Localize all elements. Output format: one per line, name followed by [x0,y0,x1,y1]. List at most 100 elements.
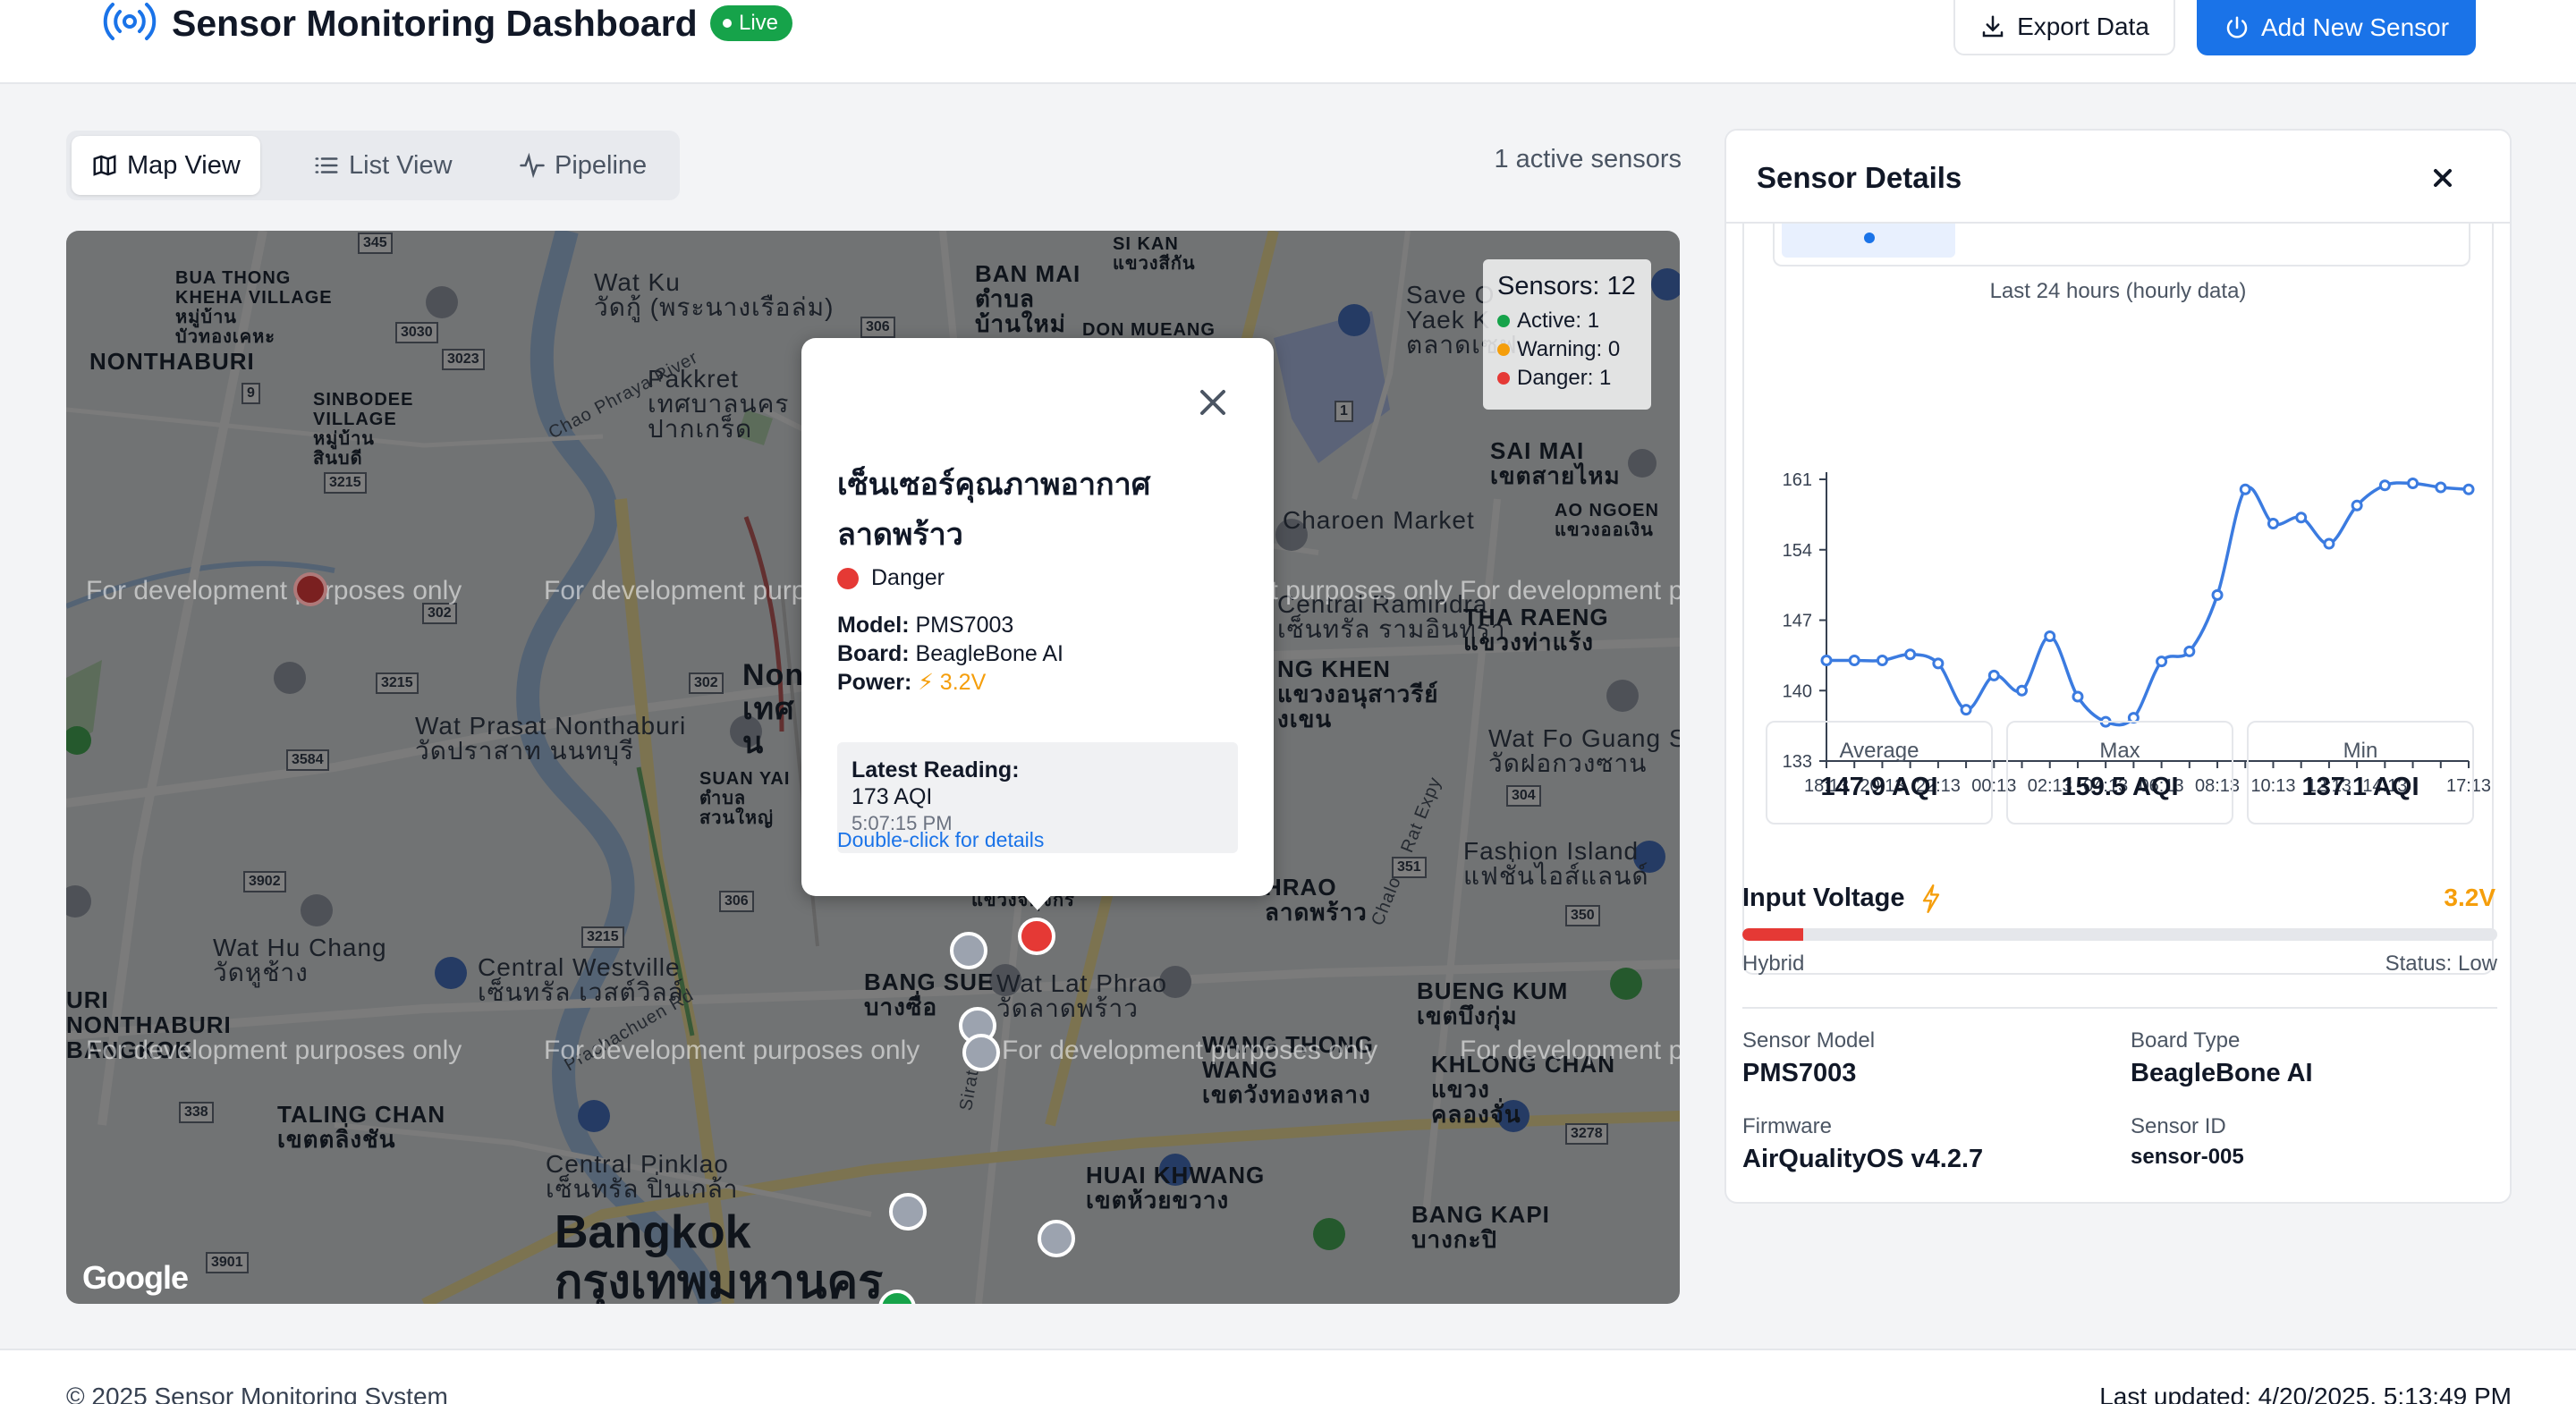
sensor-model-label: Sensor Model [1742,1028,1876,1053]
close-icon[interactable] [1193,383,1233,422]
data-point [2183,645,2196,657]
popup-board-label: Board: [837,641,910,666]
dev-watermark: For development purposes only [1002,1036,1378,1065]
app-header: Sensor Monitoring Dashboard Live Export … [0,0,2576,84]
legend-danger: Danger: 1 [1497,364,1637,393]
live-badge: Live [710,5,793,41]
data-point [2351,499,2363,512]
meta-sensor-id: Sensor ID sensor-005 [2131,1114,2244,1170]
data-point [1987,669,2000,681]
data-point [2156,655,2168,668]
sensor-marker[interactable] [1038,1220,1075,1257]
series-line [1826,481,2470,727]
details-header: Sensor Details [1726,131,2510,224]
reading-label: Latest Reading: [852,757,1020,782]
sensor-marker[interactable] [962,1034,1000,1071]
voltage-bar [1742,928,2497,941]
tab-list-view[interactable]: List View [293,136,472,195]
input-voltage-label: Input Voltage [1742,884,1905,912]
data-point [2407,478,2419,489]
list-icon [315,157,338,173]
sensor-marker[interactable] [950,932,987,969]
details-title: Sensor Details [1757,161,1962,194]
tab-map-view-label: Map View [127,150,241,180]
popup-board: Board: BeagleBone AI [837,640,1063,668]
data-point [1960,704,1972,716]
legend-danger-label: Danger: 1 [1517,366,1612,390]
lightning-icon [1922,884,1939,913]
stat-average-label: Average [1839,739,1919,763]
dev-watermark: For development purposes only [1460,1036,1680,1065]
dev-watermark: For development purposes only [86,576,462,605]
data-point [2462,483,2475,495]
danger-dot-icon [1497,372,1510,385]
stat-average-value: 147.9 AQI [1820,773,1938,801]
download-icon [1982,15,2004,38]
dev-watermark: For development purposes only [1460,576,1680,605]
data-point [2239,483,2251,495]
tab-map-view[interactable]: Map View [72,136,260,195]
popup-model-value: PMS7003 [915,613,1014,638]
dev-watermark: For development purposes only [1274,576,1453,605]
sensor-map[interactable]: BUA THONG KHEHA VILLAGE หมู่บ้าน บัวทองเ… [66,231,1680,1304]
meta-board-type: Board Type BeagleBone AI [2131,1028,2313,1088]
footer-copyright: © 2025 Sensor Monitoring System [66,1383,448,1404]
popup-details-link[interactable]: Double-click for details [837,828,1044,852]
page-title: Sensor Monitoring Dashboard [172,3,698,44]
input-voltage-value: 3.2V [2444,884,2496,911]
meta-firmware: Firmware AirQualityOS v4.2.7 [1742,1114,1983,1174]
power-plus-icon [2226,16,2248,38]
sensor-marker[interactable] [889,1193,927,1231]
map-icon [93,155,116,176]
live-badge-label: Live [739,11,779,35]
data-point [1848,655,1860,666]
tab-pipeline-label: Pipeline [555,150,648,180]
legend-warning: Warning: 0 [1497,335,1637,364]
stat-max: Max 159.5 AQI [2006,721,2233,825]
divider [1742,1007,2497,1009]
legend-warning-label: Warning: 0 [1517,337,1621,361]
popup-model: Model: PMS7003 [837,612,1013,639]
popup-tail [1020,891,1055,910]
y-tick-label: 161 [1783,470,1812,490]
sensor-details-panel: Last 24 hours (hourly data) 133 140 147 154… [1724,129,2512,1204]
stat-min-label: Min [2343,739,2378,763]
popup-power-value: ⚡ 3.2V [918,670,987,695]
board-type-label: Board Type [2131,1028,2241,1053]
aqi-line-chart: 13314014715416118:13 20:13 22:13 00:13 02:13… [1783,470,2491,792]
reading-value: 173 AQI [852,784,933,809]
data-point [2016,684,2029,697]
close-icon[interactable] [2424,159,2462,197]
sensor-marker-danger[interactable] [1018,918,1055,955]
voltage-status: Status: Low [2385,952,2497,976]
footer-last-updated: Last updated: 4/20/2025, 5:13:49 PM [2099,1383,2512,1404]
sensor-info-popup[interactable]: เซ็นเซอร์คุณภาพอากาศ ลาดพร้าว Danger Mod… [801,338,1274,910]
add-new-sensor-button[interactable]: Add New Sensor [2197,0,2476,55]
popup-power-label: Power: [837,670,912,695]
data-point [1932,657,1945,670]
stat-min-value: 137.1 AQI [2301,773,2419,801]
export-data-button[interactable]: Export Data [1953,0,2175,55]
popup-status-label: Danger [871,565,945,590]
data-point [1820,655,1833,666]
add-new-sensor-label: Add New Sensor [2260,13,2450,41]
popup-status: Danger [837,565,945,591]
data-point [2044,630,2056,642]
chart-tab-strip[interactable] [1773,224,2470,266]
legend-active-label: Active: 1 [1517,309,1600,333]
input-voltage-heading: Input Voltage [1742,884,1943,913]
tab-pipeline[interactable]: Pipeline [499,136,666,195]
sensor-marker-faded[interactable] [293,572,327,606]
popup-title: เซ็นเซอร์คุณภาพอากาศ ลาดพร้าว [837,468,1151,552]
activity-icon [520,152,545,179]
sensor-legend: Sensors: 12 Active: 1 Warning: 0 Danger:… [1483,259,1651,410]
meta-sensor-model: Sensor Model PMS7003 [1742,1028,1875,1088]
y-tick-label: 147 [1783,612,1812,631]
data-point [2072,690,2084,703]
sensor-model-value: PMS7003 [1742,1059,1857,1087]
live-dot-icon [723,19,732,28]
export-data-label: Export Data [2017,13,2149,40]
firmware-label: Firmware [1742,1114,1832,1138]
selected-dot-icon [1864,233,1875,243]
legend-title: Sensors: 12 [1497,272,1636,300]
